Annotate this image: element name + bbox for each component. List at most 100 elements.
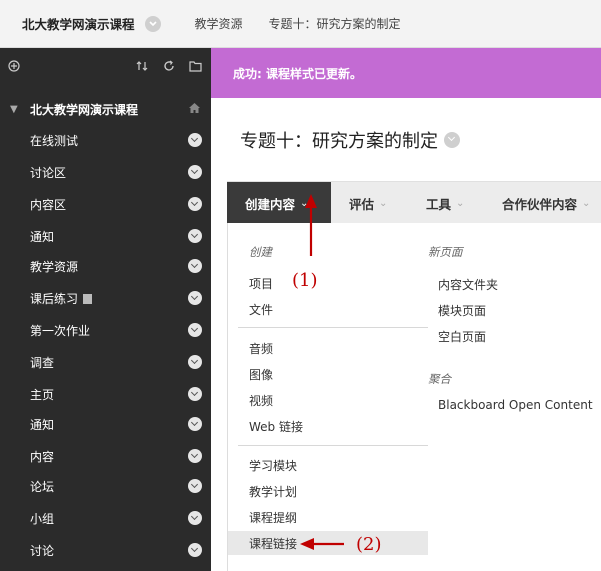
menu-item-label: 图像 — [249, 367, 274, 382]
course-menu-sidebar: ▼ 北大教学网演示课程 在线测试 讨论区 内容区 通知 教学资源 课后练习 第一… — [0, 48, 211, 571]
sidebar-item-announcements[interactable]: 通知 — [0, 222, 211, 250]
sidebar-item-label: 论坛 — [30, 479, 55, 494]
create-content-label: 创建内容 — [245, 196, 296, 212]
menu-item-module-page[interactable]: 模块页面 — [438, 302, 486, 319]
menu-item-file[interactable]: 文件 — [228, 297, 428, 321]
sidebar-item-label: 调查 — [30, 355, 55, 370]
menu-item-video[interactable]: 视频 — [228, 388, 428, 412]
tools-button[interactable]: 工具 ⌄ — [426, 182, 464, 224]
partner-content-label: 合作伙伴内容 — [502, 196, 578, 212]
add-icon[interactable] — [8, 60, 20, 76]
chevron-down-icon[interactable] — [188, 449, 202, 463]
breadcrumb-course[interactable]: 北大教学网演示课程 — [22, 14, 135, 33]
menu-item-label: Web 链接 — [249, 419, 303, 434]
sidebar-item-survey[interactable]: 调查 — [0, 348, 211, 376]
sidebar-item-label: 主页 — [30, 387, 55, 402]
menu-item-label: 音频 — [249, 341, 274, 356]
sidebar-item-teaching-resources[interactable]: 教学资源 — [0, 252, 211, 280]
menu-item-image[interactable]: 图像 — [228, 362, 428, 386]
create-content-column: 创建 项目 文件 音频 图像 视频 Web 链接 学习模块 教学计划 课程提纲 … — [228, 223, 428, 571]
sidebar-item-content-area[interactable]: 内容区 — [0, 190, 211, 218]
sidebar-item-discussion-area[interactable]: 讨论区 — [0, 158, 211, 186]
sidebar-item-notices[interactable]: 通知 — [0, 410, 211, 438]
home-icon[interactable] — [188, 102, 201, 117]
menu-item-web-link[interactable]: Web 链接 — [228, 414, 428, 438]
chevron-down-icon[interactable] — [188, 355, 202, 369]
menu-item-audio[interactable]: 音频 — [228, 336, 428, 360]
chevron-down-icon[interactable] — [188, 417, 202, 431]
chevron-down-icon[interactable] — [444, 132, 460, 148]
refresh-icon[interactable] — [163, 60, 175, 76]
tools-label: 工具 — [426, 196, 452, 212]
chevron-down-icon[interactable] — [188, 543, 202, 557]
sidebar-item-label: 内容 — [30, 449, 55, 464]
menu-item-label: 学习模块 — [249, 458, 298, 473]
breadcrumb-current-page: 专题十：研究方案的制定 — [268, 17, 401, 31]
page-title: 专题十：研究方案的制定 — [240, 127, 460, 153]
assessment-button[interactable]: 评估 ⌄ — [349, 182, 387, 224]
annotation-arrow-up — [305, 194, 317, 256]
folder-icon[interactable] — [189, 60, 202, 76]
mashup-heading: 聚合 — [428, 372, 451, 386]
annotation-arrow-left — [300, 538, 344, 550]
chevron-down-icon[interactable] — [188, 165, 202, 179]
sidebar-item-content[interactable]: 内容 — [0, 442, 211, 470]
reorder-icon[interactable] — [136, 60, 148, 76]
breadcrumb: 北大教学网演示课程 教学资源 专题十：研究方案的制定 — [0, 0, 601, 48]
chevron-down-icon[interactable] — [188, 291, 202, 305]
sidebar-item-label: 内容区 — [30, 197, 67, 212]
sidebar-item-label: 讨论 — [30, 543, 55, 558]
chevron-down-icon[interactable] — [188, 197, 202, 211]
menu-item-blank-page[interactable]: 空白页面 — [438, 328, 486, 345]
chevron-down-icon[interactable] — [188, 479, 202, 493]
sidebar-item-homework[interactable]: 课后练习 — [0, 284, 211, 312]
chevron-down-icon[interactable] — [188, 511, 202, 525]
assessment-label: 评估 — [349, 196, 375, 212]
chevron-down-icon: ⌄ — [582, 197, 591, 209]
chevron-down-icon[interactable] — [188, 259, 202, 273]
sidebar-item-label: 讨论区 — [30, 165, 67, 180]
menu-item-label: 项目 — [249, 276, 274, 291]
new-page-heading: 新页面 — [428, 245, 463, 259]
chevron-down-icon[interactable] — [188, 387, 202, 401]
menu-item-lesson-plan[interactable]: 教学计划 — [228, 479, 428, 503]
sidebar-item-text: 课后练习 — [30, 291, 79, 306]
sidebar-course-header[interactable]: ▼ 北大教学网演示课程 — [0, 96, 211, 122]
collapse-triangle-icon[interactable]: ▼ — [10, 104, 18, 115]
breadcrumb-teaching-resources[interactable]: 教学资源 — [195, 15, 243, 32]
menu-divider — [238, 445, 428, 446]
menu-item-label: 视频 — [249, 393, 274, 408]
menu-item-syllabus[interactable]: 课程提纲 — [228, 505, 428, 529]
sidebar-item-label: 在线测试 — [30, 133, 79, 148]
sidebar-item-homepage[interactable]: 主页 — [0, 380, 211, 408]
sidebar-item-forum[interactable]: 论坛 — [0, 472, 211, 500]
sidebar-course-name: 北大教学网演示课程 — [30, 102, 139, 117]
sidebar-item-label: 通知 — [30, 229, 55, 244]
success-message: 成功: 课程样式已更新。 — [233, 66, 362, 81]
sidebar-item-groups[interactable]: 小组 — [0, 504, 211, 532]
menu-item-item[interactable]: 项目 — [228, 271, 428, 295]
action-bar: 创建内容 ⌄ 评估 ⌄ 工具 ⌄ 合作伙伴内容 ⌄ — [227, 181, 601, 224]
sidebar-item-label: 第一次作业 — [30, 323, 91, 338]
menu-item-blackboard-open-content[interactable]: Blackboard Open Content — [438, 398, 593, 412]
menu-item-label: 课程链接 — [249, 536, 298, 551]
menu-item-learning-module[interactable]: 学习模块 — [228, 453, 428, 477]
sidebar-item-first-assignment[interactable]: 第一次作业 — [0, 316, 211, 344]
chevron-down-icon[interactable] — [188, 229, 202, 243]
sidebar-item-label: 小组 — [30, 511, 55, 526]
sidebar-item-online-test[interactable]: 在线测试 — [0, 126, 211, 154]
sidebar-item-label: 课后练习 — [30, 290, 93, 307]
annotation-label-2: (2) — [356, 534, 382, 555]
menu-divider — [238, 327, 428, 328]
page-title-text: 专题十：研究方案的制定 — [240, 131, 438, 152]
menu-item-label: 教学计划 — [249, 484, 298, 499]
menu-item-label: 课程提纲 — [249, 510, 298, 525]
document-icon — [83, 294, 93, 304]
chevron-down-icon[interactable] — [188, 323, 202, 337]
menu-item-content-folder[interactable]: 内容文件夹 — [438, 276, 498, 293]
partner-content-button[interactable]: 合作伙伴内容 ⌄ — [502, 182, 590, 224]
sidebar-item-discussion[interactable]: 讨论 — [0, 536, 211, 564]
chevron-down-icon[interactable] — [144, 15, 161, 32]
success-banner: 成功: 课程样式已更新。 — [211, 48, 601, 98]
chevron-down-icon[interactable] — [188, 133, 202, 147]
